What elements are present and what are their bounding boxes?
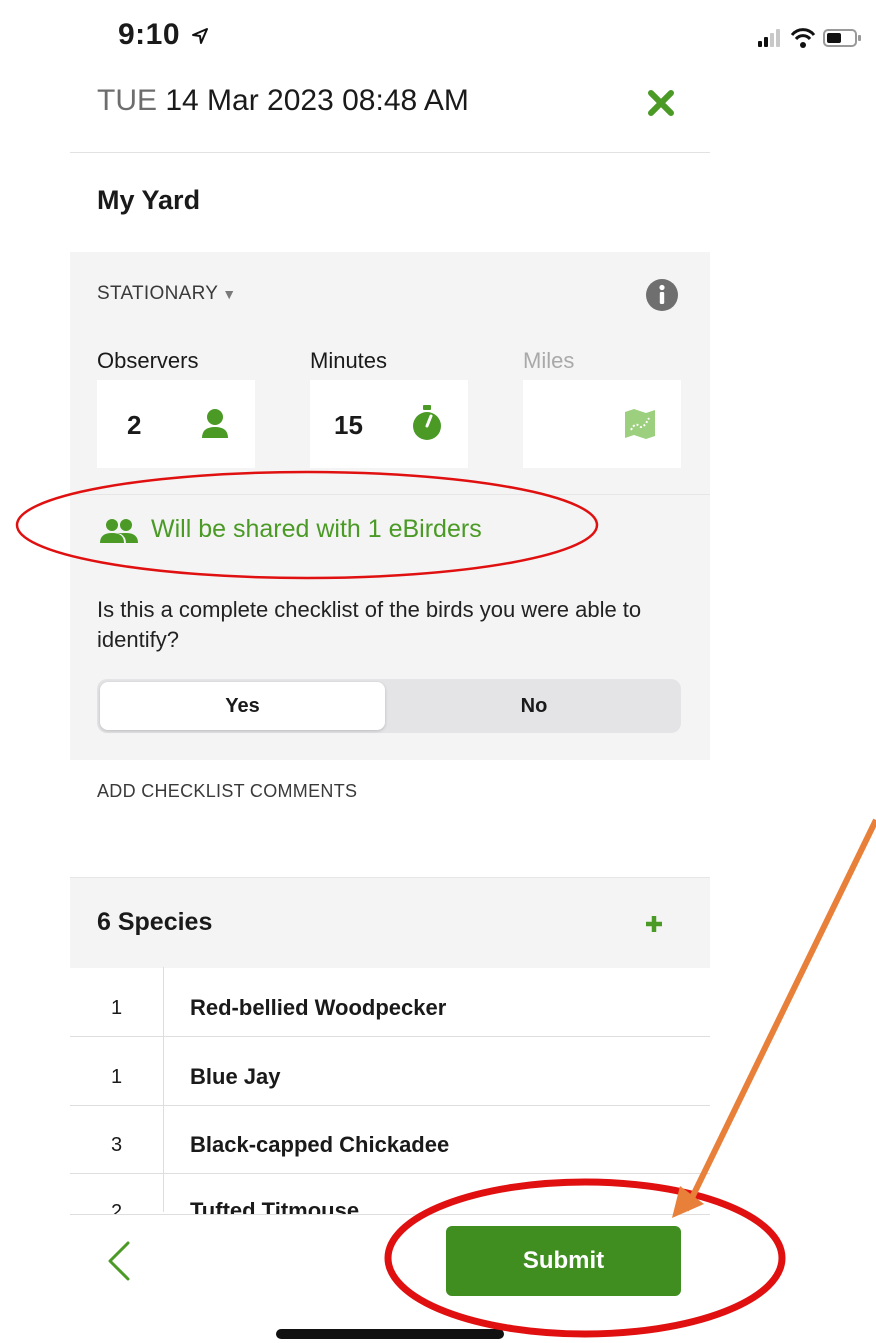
- group-icon: [100, 519, 138, 543]
- status-time: 9:10: [118, 18, 209, 52]
- protocol-label: STATIONARY: [97, 283, 219, 304]
- day-of-week: TUE: [97, 84, 157, 117]
- info-icon[interactable]: [645, 278, 679, 312]
- close-icon[interactable]: [646, 88, 676, 118]
- partial-row-clip: 2 Tufted Titmouse: [70, 1174, 710, 1214]
- add-comments-button[interactable]: ADD CHECKLIST COMMENTS: [97, 781, 357, 802]
- row-divider: [70, 1036, 710, 1037]
- time-text: 9:10: [118, 18, 181, 51]
- species-name[interactable]: Tufted Titmouse: [190, 1198, 359, 1214]
- caret-down-icon: ▼: [222, 286, 237, 302]
- species-name[interactable]: Red-bellied Woodpecker: [190, 995, 446, 1021]
- observers-field[interactable]: 2: [97, 380, 255, 468]
- date-time-text: 14 Mar 2023 08:48 AM: [165, 84, 469, 117]
- observers-label: Observers: [97, 348, 199, 373]
- shared-with-text[interactable]: Will be shared with 1 eBirders: [151, 515, 482, 544]
- wifi-icon: [790, 28, 816, 48]
- back-chevron-icon[interactable]: [104, 1240, 136, 1282]
- status-icons: [758, 28, 861, 48]
- protocol-selector[interactable]: STATIONARY ▼: [97, 283, 236, 305]
- species-count-cell[interactable]: 1: [70, 1066, 163, 1089]
- miles-label: Miles: [523, 348, 575, 373]
- observers-value: 2: [127, 410, 142, 440]
- location-arrow-icon: [191, 28, 208, 45]
- location-name[interactable]: My Yard: [97, 185, 200, 216]
- checklist-datetime[interactable]: TUE 14 Mar 2023 08:48 AM: [97, 84, 469, 118]
- miles-field[interactable]: [523, 380, 681, 468]
- stopwatch-icon: [413, 405, 441, 440]
- species-count-cell[interactable]: 1: [70, 997, 163, 1020]
- species-count-cell[interactable]: 2: [70, 1201, 163, 1214]
- no-option[interactable]: No: [388, 682, 680, 730]
- orange-arrow-line: [683, 818, 876, 1212]
- complete-checklist-question: Is this a complete checklist of the bird…: [97, 597, 642, 652]
- map-icon: [625, 409, 655, 439]
- home-indicator: [276, 1329, 504, 1339]
- cellular-signal-icon: [758, 29, 780, 47]
- divider: [70, 494, 710, 495]
- yes-option[interactable]: Yes: [100, 682, 385, 730]
- species-count-cell[interactable]: 3: [70, 1134, 163, 1157]
- species-name[interactable]: Black-capped Chickadee: [190, 1132, 449, 1158]
- row-divider: [70, 1105, 710, 1106]
- species-count: 6 Species: [97, 908, 213, 936]
- minutes-field[interactable]: 15: [310, 380, 468, 468]
- add-species-icon[interactable]: [644, 914, 664, 934]
- divider: [70, 152, 710, 153]
- species-name[interactable]: Blue Jay: [190, 1064, 281, 1090]
- footer-divider: [70, 1214, 710, 1215]
- minutes-value: 15: [334, 410, 363, 440]
- battery-icon: [823, 29, 861, 47]
- submit-button[interactable]: Submit: [446, 1226, 681, 1296]
- person-icon: [202, 409, 228, 438]
- minutes-label: Minutes: [310, 348, 388, 373]
